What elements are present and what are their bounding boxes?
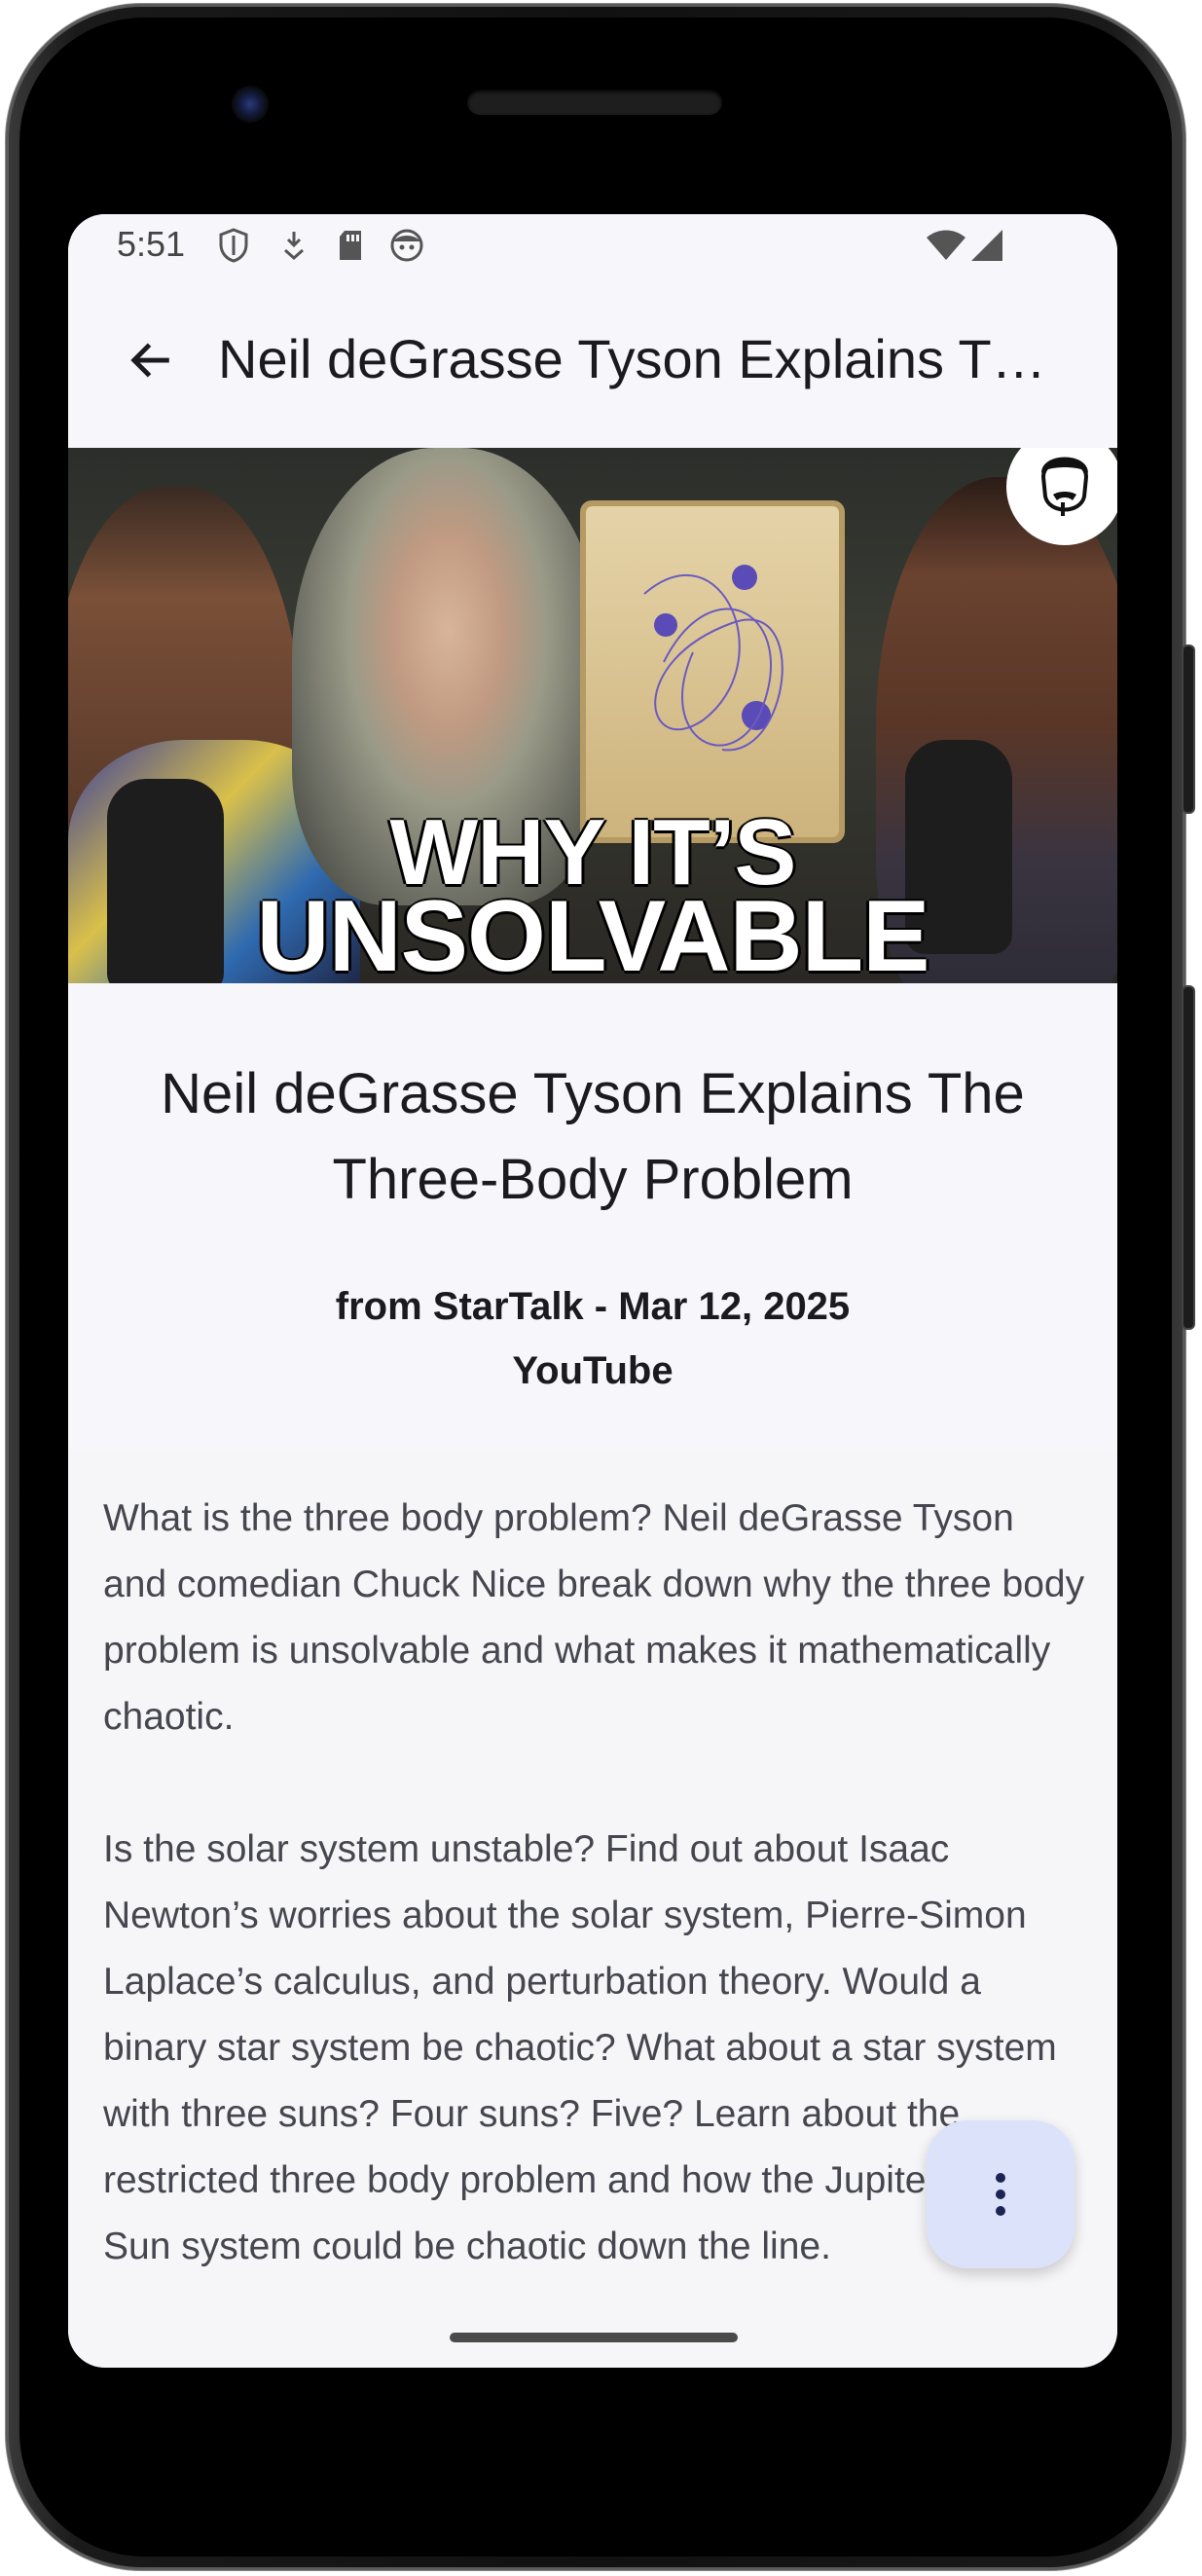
more-vert-icon [996,2173,1005,2216]
face-icon [389,228,424,263]
page-title: Neil deGrasse Tyson Explains T… [218,328,1046,389]
orbit-lines [643,574,783,752]
earpiece-speaker [467,90,722,115]
power-button [1184,646,1193,812]
description-paragraph-1: What is the three body problem? Neil deG… [103,1497,1085,1738]
video-header: Neil deGrasse Tyson Explains The Three-B… [68,983,1117,1451]
scroll-illustration [586,506,839,837]
top-app-bar: Neil deGrasse Tyson Explains T… [68,278,1117,448]
more-options-fab[interactable] [927,2120,1075,2268]
video-title: Neil deGrasse Tyson Explains The Three-B… [161,1062,1025,1211]
sd-card-icon [333,228,368,263]
wifi-icon [925,228,967,263]
video-thumbnail[interactable]: WHY IT’S UNSOLVABLE [68,448,1117,983]
screen: 5:51 Neil deGrasse Tyson Explains T… WHY… [68,214,1117,2368]
startalk-logo-icon [1040,457,1089,516]
thumbnail-headline-line2: UNSOLVABLE [256,880,929,983]
volume-button [1184,987,1193,1328]
video-platform: YouTube [512,1349,674,1392]
status-bar: 5:51 [68,214,1117,278]
back-button[interactable] [107,317,193,403]
video-meta: from StarTalk - Mar 12, 2025 [335,1285,851,1328]
home-indicator[interactable] [450,2333,738,2342]
shield-icon [216,228,251,263]
download-icon [276,228,311,263]
arrow-back-icon [130,343,169,378]
status-time: 5:51 [117,224,186,264]
signal-icon [969,228,1004,263]
front-camera [232,86,269,123]
